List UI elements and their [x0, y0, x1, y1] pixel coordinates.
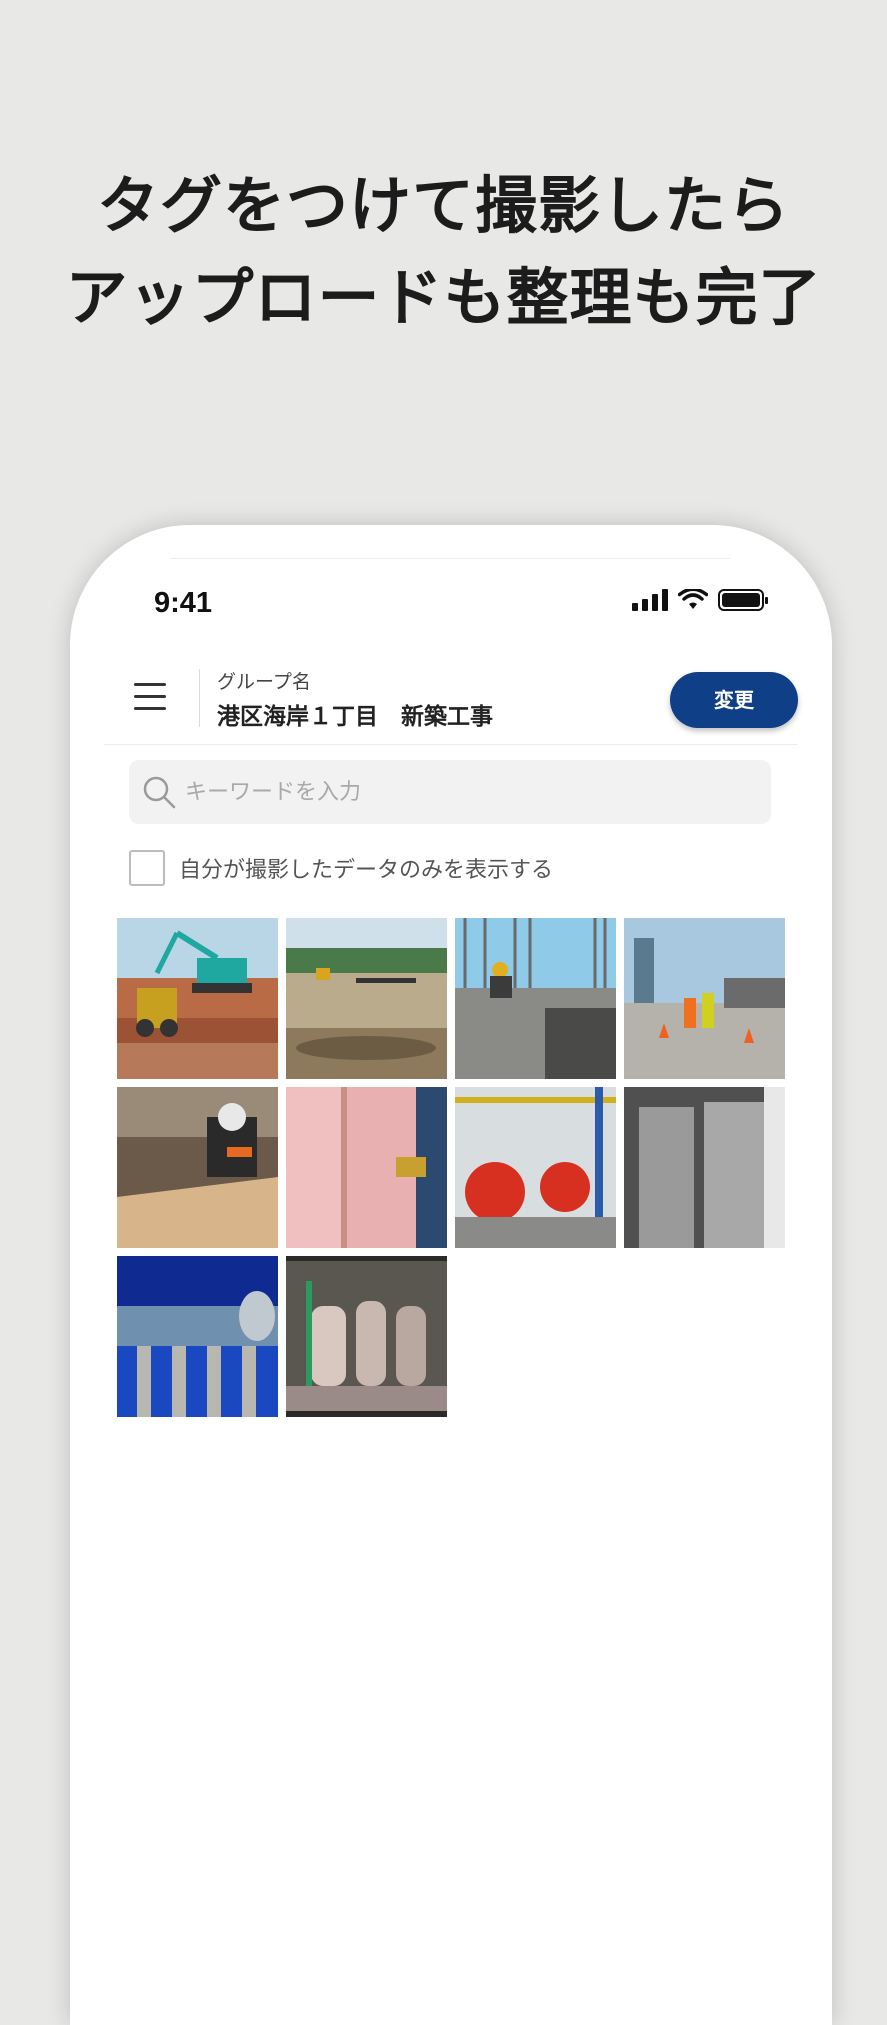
search-input[interactable] [185, 760, 755, 824]
group-label: グループ名 [217, 671, 311, 693]
app-header: グループ名 港区海岸１丁目 新築工事 変更 [104, 655, 798, 745]
cellular-signal-icon [632, 589, 668, 611]
notch-divider [170, 558, 730, 559]
only-mine-filter[interactable]: 自分が撮影したデータのみを表示する [129, 850, 553, 886]
photo-thumb-industrial-tanks-blue-sky[interactable] [117, 1256, 278, 1417]
photo-thumb-filtration-tanks[interactable] [286, 1256, 447, 1417]
battery-icon [718, 589, 768, 611]
photo-thumb-excavator-site[interactable] [117, 918, 278, 1079]
hamburger-menu-icon[interactable] [134, 683, 166, 711]
search-icon [143, 776, 176, 809]
photo-thumb-land-clearing[interactable] [286, 918, 447, 1079]
status-time: 9:41 [154, 587, 213, 619]
change-group-button[interactable]: 変更 [670, 672, 798, 728]
photo-thumb-rebar-column-worker[interactable] [455, 918, 616, 1079]
promo-headline: タグをつけて撮影したら アップロードも整理も完了 [0, 160, 887, 344]
phone-frame: 9:41 グループ名 港区海岸１丁目 新築工事 変更 自分が撮影したデータのみを… [70, 525, 832, 2025]
photo-thumb-road-workers-cones[interactable] [624, 918, 785, 1079]
search-bar[interactable] [129, 760, 771, 824]
only-mine-checkbox[interactable] [129, 850, 165, 886]
photo-thumb-carpenter-lumber[interactable] [117, 1087, 278, 1248]
photo-thumb-red-pumps[interactable] [455, 1087, 616, 1248]
only-mine-label: 自分が撮影したデータのみを表示する [179, 858, 554, 883]
photo-thumb-water-heaters[interactable] [624, 1087, 785, 1248]
status-icons [632, 589, 768, 611]
wifi-icon [678, 589, 708, 609]
header-divider [199, 669, 200, 727]
promo-line-1: タグをつけて撮影したら [96, 169, 790, 242]
group-name: 港区海岸１丁目 新築工事 [217, 704, 493, 730]
photo-thumb-insulation-install[interactable] [286, 1087, 447, 1248]
promo-line-2: アップロードも整理も完了 [65, 261, 822, 334]
